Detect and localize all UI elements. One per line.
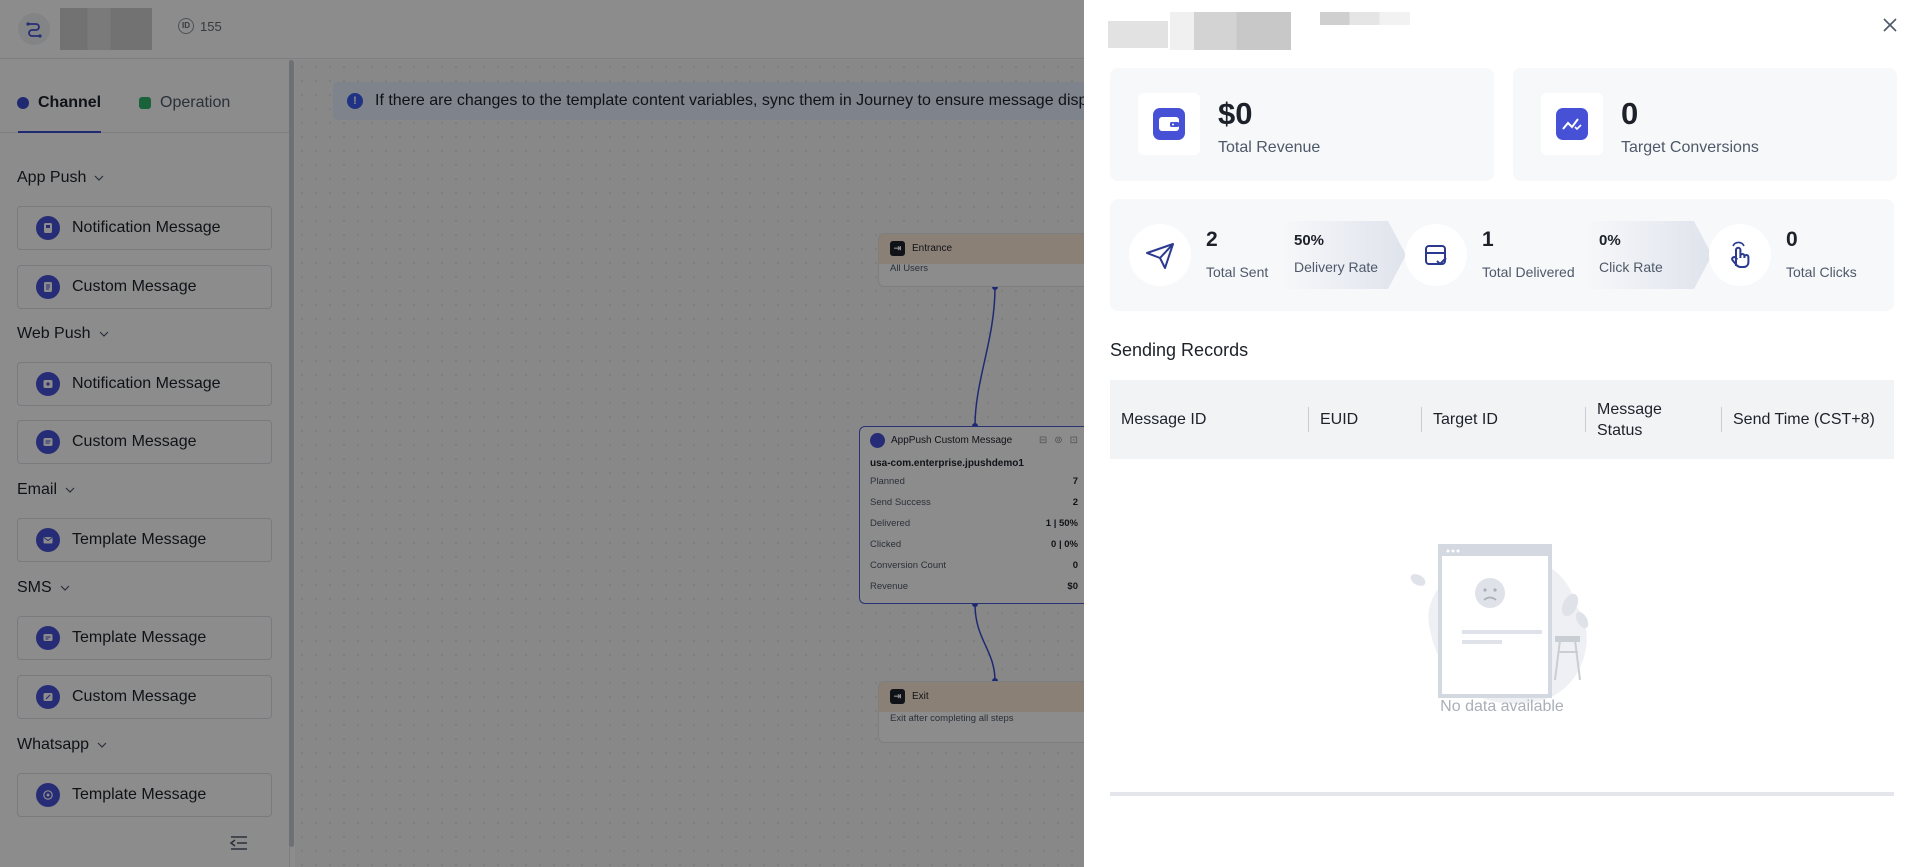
redacted-drawer-title <box>1108 12 1168 48</box>
delivery-rate-label: Delivery Rate <box>1294 259 1379 275</box>
table-header: Message ID EUID Target ID Message Status… <box>1110 380 1894 459</box>
column-target-id: Target ID <box>1433 411 1498 428</box>
column-message-status: Message Status <box>1597 400 1662 439</box>
click-rate-label: Click Rate <box>1599 259 1663 275</box>
modal-backdrop[interactable] <box>0 0 1084 867</box>
trend-chart-icon-box <box>1541 93 1603 155</box>
click-rate-value: 0% <box>1599 232 1621 249</box>
column-message-id: Message ID <box>1121 411 1207 428</box>
total-sent-label: Total Sent <box>1206 264 1269 280</box>
total-sent-value: 2 <box>1206 228 1218 251</box>
total-delivered-label: Total Delivered <box>1482 264 1575 280</box>
delivered-icon <box>1405 224 1467 286</box>
total-clicks-label: Total Clicks <box>1786 264 1857 280</box>
total-revenue-label: Total Revenue <box>1218 139 1321 156</box>
empty-state-illustration <box>1410 544 1589 704</box>
wallet-icon-box <box>1138 93 1200 155</box>
trend-chart-icon <box>1556 108 1588 140</box>
target-conversions-card: 0 Target Conversions <box>1513 68 1897 181</box>
target-conversions-label: Target Conversions <box>1621 139 1759 156</box>
delivery-rate-value: 50% <box>1294 232 1325 249</box>
empty-state-text: No data available <box>1440 698 1564 715</box>
total-delivered-value: 1 <box>1482 228 1494 251</box>
total-revenue-card: $0 Total Revenue <box>1110 68 1494 181</box>
column-euid: EUID <box>1320 411 1359 428</box>
column-send-time: Send Time (CST+8) <box>1733 411 1875 428</box>
close-icon[interactable] <box>1881 16 1899 34</box>
total-revenue-value: $0 <box>1218 96 1253 131</box>
total-clicks-value: 0 <box>1786 228 1798 251</box>
sending-records-title: Sending Records <box>1110 340 1249 360</box>
target-conversions-value: 0 <box>1621 96 1639 131</box>
wallet-icon <box>1153 108 1185 140</box>
redacted-drawer-subtitle <box>1320 12 1410 25</box>
redacted-drawer-title-2 <box>1170 12 1291 50</box>
send-icon <box>1129 224 1191 286</box>
delivery-funnel: 2 Total Sent 50% Delivery Rate 1 Total D… <box>1110 199 1894 311</box>
click-hand-icon <box>1709 224 1771 286</box>
